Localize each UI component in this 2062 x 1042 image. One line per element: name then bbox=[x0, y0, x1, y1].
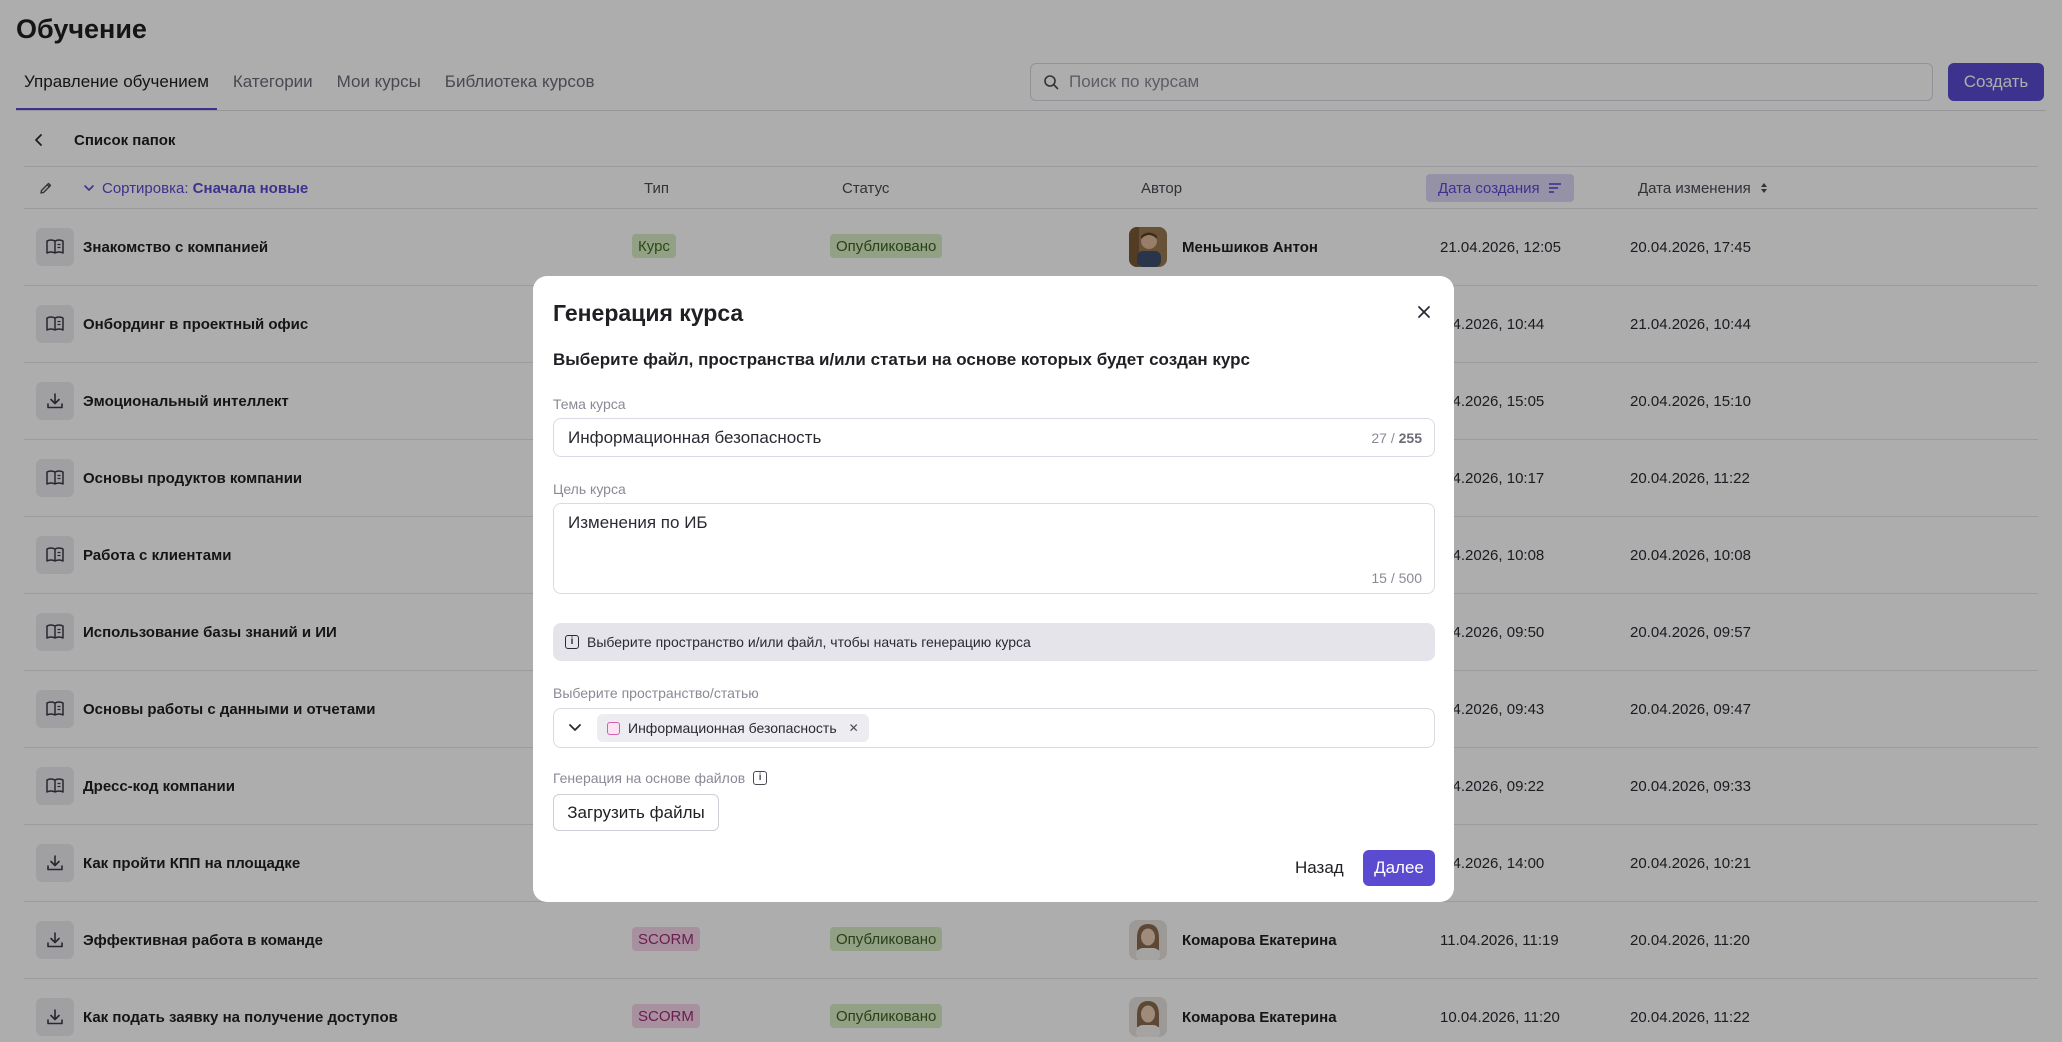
hint-banner: i Выберите пространство и/или файл, чтоб… bbox=[553, 623, 1435, 661]
close-icon[interactable] bbox=[1412, 300, 1436, 324]
next-button[interactable]: Далее bbox=[1363, 850, 1435, 886]
chevron-down-icon[interactable] bbox=[568, 721, 582, 740]
topic-field[interactable]: 27 / 255 bbox=[553, 418, 1435, 457]
back-button[interactable]: Назад bbox=[1285, 850, 1354, 886]
modal-title: Генерация курса bbox=[553, 300, 744, 326]
upload-files-button[interactable]: Загрузить файлы bbox=[553, 794, 719, 831]
topic-label: Тема курса bbox=[553, 396, 626, 412]
course-generation-modal: Генерация курса Выберите файл, пространс… bbox=[533, 276, 1454, 902]
space-select[interactable]: Информационная безопасность ✕ bbox=[553, 708, 1435, 748]
hint-text: Выберите пространство и/или файл, чтобы … bbox=[587, 634, 1031, 650]
goal-textarea[interactable] bbox=[568, 513, 1408, 563]
chip-remove-icon[interactable]: ✕ bbox=[849, 721, 859, 735]
modal-description: Выберите файл, пространства и/или статьи… bbox=[553, 350, 1250, 369]
topic-input[interactable] bbox=[568, 428, 1348, 448]
space-chip[interactable]: Информационная безопасность ✕ bbox=[597, 714, 869, 742]
info-icon: i bbox=[565, 635, 579, 649]
space-chip-label: Информационная безопасность bbox=[628, 720, 837, 736]
goal-counter: 15 / 500 bbox=[1371, 570, 1422, 586]
files-label: Генерация на основе файлов bbox=[553, 770, 746, 786]
files-label-row: Генерация на основе файлов i bbox=[553, 770, 768, 786]
space-label: Выберите пространство/статью bbox=[553, 685, 759, 701]
info-icon[interactable]: i bbox=[753, 771, 768, 785]
topic-counter: 27 / 255 bbox=[1371, 430, 1422, 446]
goal-label: Цель курса bbox=[553, 481, 626, 497]
goal-field[interactable]: 15 / 500 bbox=[553, 503, 1435, 594]
space-page-icon bbox=[607, 721, 620, 735]
